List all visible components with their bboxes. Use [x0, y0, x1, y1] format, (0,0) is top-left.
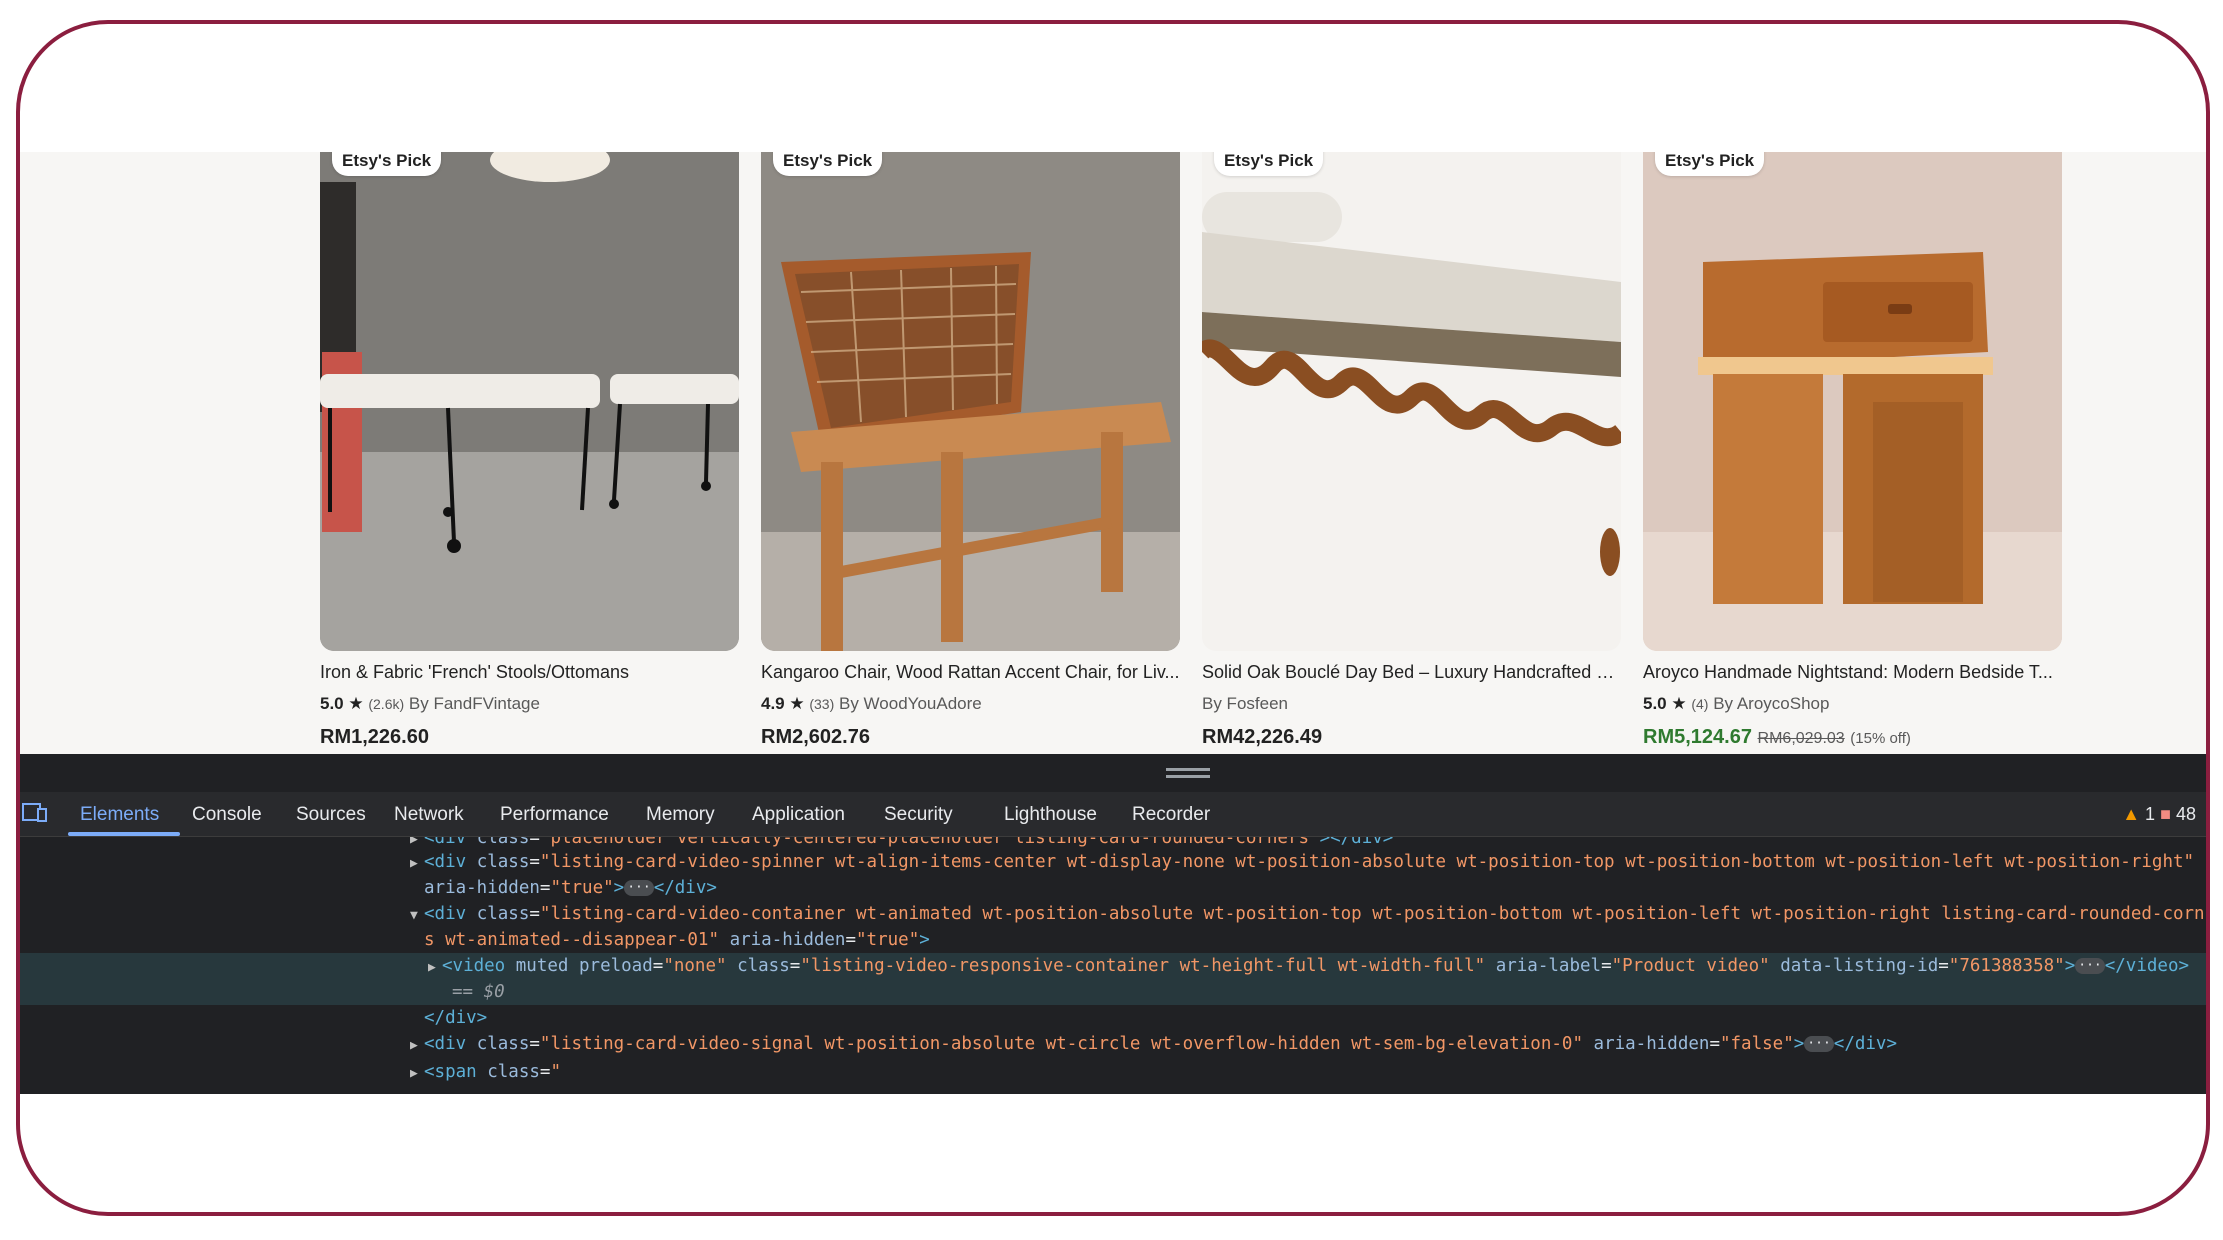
active-tab-indicator	[68, 832, 180, 836]
product-image[interactable]	[1643, 152, 2062, 651]
warning-icon: ▲	[2122, 804, 2141, 824]
original-price: RM6,029.03	[1757, 730, 1845, 747]
collapsed-children-icon[interactable]: ···	[2075, 958, 2105, 974]
etsys-pick-badge: Etsy's Pick	[773, 152, 883, 176]
tab-recorder[interactable]: Recorder	[1132, 804, 1210, 826]
tab-network[interactable]: Network	[394, 804, 464, 826]
devtools-tab-bar: Elements Console Sources Network Perform…	[20, 792, 2206, 837]
dom-node-line[interactable]: ▶ <div class="listing-card-video-spinner …	[20, 849, 2206, 875]
shop-name[interactable]: By WoodYouAdore	[839, 694, 982, 713]
rating-value: 5.0	[1643, 694, 1667, 713]
product-meta: 4.9 ★ (33) By WoodYouAdore	[761, 694, 982, 714]
elements-dom-tree[interactable]: ▶ <div class="placeholder vertically-cent…	[20, 837, 2206, 1094]
expand-triangle-icon[interactable]: ▶	[410, 1061, 424, 1087]
collapsed-children-icon[interactable]: ···	[1804, 1036, 1834, 1052]
product-price: RM1,226.60	[320, 726, 429, 748]
product-price: RM42,226.49	[1202, 726, 1323, 748]
chair-photo	[761, 152, 1180, 651]
error-count: 48	[2175, 804, 2196, 824]
discount-label: (15% off)	[1850, 730, 1911, 747]
product-image[interactable]	[1202, 152, 1621, 651]
tab-lighthouse[interactable]: Lighthouse	[1004, 804, 1097, 826]
product-price: RM5,124.67 RM6,029.03 (15% off)	[1643, 726, 1911, 749]
device-toolbar-icon[interactable]	[22, 802, 48, 824]
collapsed-children-icon[interactable]: ···	[624, 880, 654, 896]
star-icon: ★	[348, 694, 364, 713]
dom-node-line[interactable]: ▶ <div class="listing-card-video-signal w…	[20, 1031, 2206, 1057]
nightstand-photo	[1643, 152, 2062, 651]
expand-triangle-icon[interactable]: ▶	[428, 955, 442, 981]
drag-handle-icon[interactable]	[1166, 768, 1210, 778]
dom-node-line[interactable]: ▶ <span class="	[20, 1059, 2206, 1085]
rating-value: 4.9	[761, 694, 785, 713]
etsys-pick-badge: Etsy's Pick	[1655, 152, 1765, 176]
product-title[interactable]: Solid Oak Bouclé Day Bed – Luxury Handcr…	[1202, 662, 1621, 683]
etsys-pick-badge: Etsy's Pick	[332, 152, 442, 176]
selected-dom-node[interactable]: ▶ <video muted preload="none" class="list…	[20, 953, 2206, 979]
product-meta: 5.0 ★ (2.6k) By FandFVintage	[320, 694, 540, 714]
error-icon: ■	[2160, 804, 2171, 824]
screenshot-frame: Etsy's Pick Iron & Fabric 'French' Stool…	[16, 20, 2210, 1216]
sale-price: RM5,124.67	[1643, 726, 1752, 748]
tab-security[interactable]: Security	[884, 804, 953, 826]
shop-name[interactable]: By FandFVintage	[409, 694, 540, 713]
tab-memory[interactable]: Memory	[646, 804, 715, 826]
tab-sources[interactable]: Sources	[296, 804, 366, 826]
product-title[interactable]: Aroyco Handmade Nightstand: Modern Bedsi…	[1643, 662, 2062, 683]
etsys-pick-badge: Etsy's Pick	[1214, 152, 1324, 176]
etsy-listing-page: Etsy's Pick Iron & Fabric 'French' Stool…	[20, 152, 2206, 754]
tab-application[interactable]: Application	[752, 804, 845, 826]
tab-console[interactable]: Console	[192, 804, 262, 826]
review-count: (4)	[1691, 696, 1709, 712]
tab-elements[interactable]: Elements	[80, 804, 159, 826]
selected-node-marker: == $0	[20, 979, 2206, 1005]
rating-value: 5.0	[320, 694, 344, 713]
star-icon: ★	[789, 694, 805, 713]
dom-node-line-cont[interactable]: s wt-animated--disappear-01" aria-hidden…	[20, 927, 2206, 953]
issue-counters[interactable]: ▲ 1 ■ 48	[2122, 804, 2196, 825]
review-count: (33)	[809, 696, 835, 712]
product-meta: By Fosfeen	[1202, 694, 1288, 714]
product-image[interactable]	[761, 152, 1180, 651]
dom-node-line[interactable]: </div>	[20, 1005, 2206, 1031]
shop-name[interactable]: By Fosfeen	[1202, 694, 1288, 713]
expand-triangle-icon[interactable]: ▶	[410, 851, 424, 877]
expand-triangle-icon[interactable]: ▶	[410, 1033, 424, 1059]
dom-node-line[interactable]: ▼ <div class="listing-card-video-containe…	[20, 901, 2206, 927]
product-meta: 5.0 ★ (4) By AroycoShop	[1643, 694, 1829, 714]
collapse-triangle-icon[interactable]: ▼	[410, 903, 424, 929]
product-price: RM2,602.76	[761, 726, 870, 748]
star-icon: ★	[1671, 694, 1687, 713]
stools-photo	[320, 152, 739, 651]
product-title[interactable]: Kangaroo Chair, Wood Rattan Accent Chair…	[761, 662, 1180, 683]
review-count: (2.6k)	[368, 696, 405, 712]
daybed-photo	[1202, 152, 1621, 651]
shop-name[interactable]: By AroycoShop	[1713, 694, 1829, 713]
product-title[interactable]: Iron & Fabric 'French' Stools/Ottomans	[320, 662, 739, 683]
product-image[interactable]	[320, 152, 739, 651]
tab-performance[interactable]: Performance	[500, 804, 609, 826]
dom-node-line-cont[interactable]: aria-hidden="true"> ··· </div>	[20, 875, 2206, 901]
devtools-resizer[interactable]	[20, 754, 2206, 793]
devtools-panel: Elements Console Sources Network Perform…	[20, 754, 2206, 1094]
warning-count: 1	[2145, 804, 2156, 824]
